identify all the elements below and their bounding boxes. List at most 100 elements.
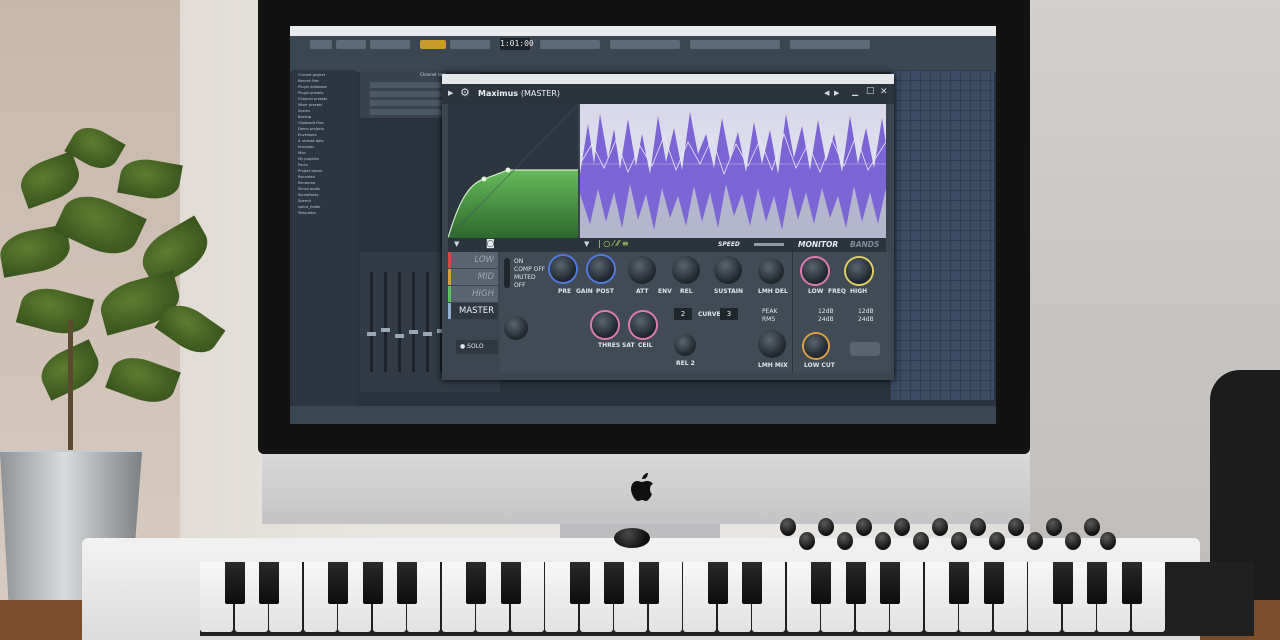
toolbar-button[interactable]	[310, 40, 332, 49]
hardware-knob[interactable]	[894, 518, 910, 536]
compression-curve-display[interactable]	[447, 103, 579, 239]
release2-knob[interactable]	[674, 334, 696, 356]
browser-item[interactable]: Backup	[298, 115, 311, 119]
mode-muted[interactable]: MUTED	[514, 274, 536, 281]
high-slope-12db[interactable]: 12dB	[858, 308, 874, 315]
browser-item[interactable]: Envelopes	[298, 133, 316, 137]
black-key[interactable]	[224, 562, 245, 604]
mixer-fader[interactable]	[395, 272, 404, 372]
low-slope-24db[interactable]: 24dB	[818, 316, 834, 323]
black-key[interactable]	[259, 562, 279, 604]
browser-item[interactable]: splice_folder	[298, 205, 321, 209]
mixer-fader[interactable]	[381, 272, 390, 372]
black-key[interactable]	[811, 562, 831, 604]
next-preset-icon[interactable]: ▶	[834, 89, 839, 97]
band-nav-buttons[interactable]	[850, 342, 880, 356]
browser-item[interactable]: Soundfonts	[298, 193, 318, 197]
band-volume-knob[interactable]	[504, 316, 528, 340]
close-icon[interactable]: ✕	[880, 87, 888, 97]
hardware-knob[interactable]	[1027, 532, 1043, 550]
browser-item[interactable]: Recorded	[298, 175, 315, 179]
stepper-left[interactable]: 2	[674, 308, 692, 320]
low-freq-knob[interactable]	[802, 258, 828, 284]
band-master[interactable]: MASTER	[448, 303, 498, 319]
window-menu-bar[interactable]	[290, 26, 996, 36]
black-key[interactable]	[397, 562, 417, 604]
hardware-knob[interactable]	[856, 518, 872, 536]
browser-item[interactable]: Mixer presets	[298, 103, 322, 107]
black-key[interactable]	[845, 562, 866, 604]
browser-item[interactable]: Packs	[298, 163, 308, 167]
plugin-outer-titlebar[interactable]	[442, 74, 894, 84]
toolbar-button[interactable]	[336, 40, 366, 49]
hardware-knob[interactable]	[913, 532, 929, 550]
hardware-knob[interactable]	[1065, 532, 1081, 550]
sustain-knob[interactable]	[714, 256, 742, 284]
mixer-fader[interactable]	[423, 272, 432, 372]
browser-item[interactable]: My projects	[298, 157, 319, 161]
post-gain-knob[interactable]	[588, 256, 614, 282]
toolbar-button[interactable]	[450, 40, 490, 49]
view-mode-icons[interactable]: | ○ ⁄ ⁄⁄ ≡	[598, 239, 629, 248]
browser-item[interactable]: Speech	[298, 199, 311, 203]
attack-knob[interactable]	[628, 256, 656, 284]
ceiling-knob[interactable]	[630, 312, 656, 338]
maximize-icon[interactable]: □	[866, 86, 875, 96]
mixer-fader[interactable]	[409, 272, 418, 372]
hardware-knob[interactable]	[989, 532, 1005, 550]
tab-bands[interactable]: BANDS	[850, 240, 879, 249]
lmh-mix-knob[interactable]	[758, 330, 786, 358]
previous-preset-icon[interactable]: ◀	[824, 89, 829, 97]
black-key[interactable]	[1121, 562, 1142, 604]
black-key[interactable]	[983, 562, 1004, 604]
low-slope-12db[interactable]: 12dB	[818, 308, 834, 315]
browser-item[interactable]: Rendered	[298, 181, 315, 185]
toolbar-button[interactable]	[540, 40, 600, 49]
browser-item[interactable]: Plugin presets	[298, 91, 323, 95]
browser-item[interactable]: Recent files	[298, 79, 319, 83]
hardware-knob[interactable]	[1008, 518, 1024, 536]
browser-item[interactable]: Misc	[298, 151, 306, 155]
black-key[interactable]	[880, 562, 900, 604]
browser-item[interactable]: IL shared data	[298, 139, 324, 143]
black-key[interactable]	[500, 562, 521, 604]
minimize-icon[interactable]: ▁	[852, 87, 858, 96]
rms-option[interactable]: RMS	[762, 316, 775, 323]
black-key[interactable]	[1087, 562, 1107, 604]
toolbar-button[interactable]	[790, 40, 870, 49]
toolbar-button[interactable]	[420, 40, 446, 49]
hardware-knob[interactable]	[799, 532, 815, 550]
browser-item[interactable]: Sliced audio	[298, 187, 320, 191]
browser-item[interactable]: Current project	[298, 73, 325, 77]
hardware-knob[interactable]	[970, 518, 986, 536]
toolbar-button[interactable]	[690, 40, 780, 49]
hardware-knob[interactable]	[875, 532, 891, 550]
hardware-knob[interactable]	[780, 518, 796, 536]
browser-item[interactable]: Templates	[298, 211, 316, 215]
black-key[interactable]	[949, 562, 969, 604]
band-low[interactable]: LOW	[448, 252, 498, 268]
hardware-knob[interactable]	[951, 532, 967, 550]
band-high[interactable]: HIGH	[448, 286, 498, 302]
browser-item[interactable]: Project bones	[298, 169, 322, 173]
hardware-knob[interactable]	[1084, 518, 1100, 536]
hardware-knob[interactable]	[1100, 532, 1116, 550]
black-key[interactable]	[466, 562, 486, 604]
plugin-titlebar[interactable]: ▶ ⚙ Maximus (MASTER) ◀ ▶ ▁ □ ✕	[442, 84, 894, 104]
browser-item[interactable]: Plugin database	[298, 85, 327, 89]
mode-on[interactable]: ON	[514, 258, 523, 265]
dropdown-arrow-icon[interactable]: ▼	[584, 240, 589, 248]
peak-option[interactable]: PEAK	[762, 308, 777, 315]
browser-item[interactable]: Scores	[298, 109, 310, 113]
black-key[interactable]	[328, 562, 348, 604]
browser-item[interactable]: Demo projects	[298, 127, 324, 131]
band-mid[interactable]: MID	[448, 269, 498, 285]
mode-off[interactable]: OFF	[514, 282, 526, 289]
high-freq-knob[interactable]	[846, 258, 872, 284]
black-key[interactable]	[362, 562, 383, 604]
hardware-knob[interactable]	[1046, 518, 1062, 536]
lmh-delay-knob[interactable]	[758, 258, 784, 284]
plugin-menu-arrow-icon[interactable]: ▶	[448, 89, 453, 97]
browser-item[interactable]: Channel presets	[298, 97, 327, 101]
black-key[interactable]	[707, 562, 728, 604]
